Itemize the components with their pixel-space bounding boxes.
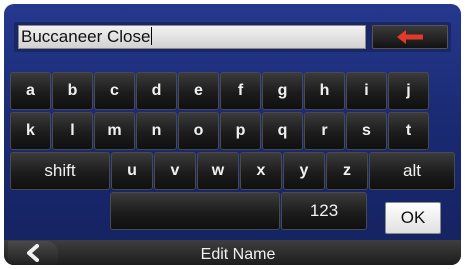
key-m[interactable]: m: [94, 112, 135, 150]
key-label: o: [193, 122, 204, 139]
key-label: x: [256, 162, 266, 179]
key-v[interactable]: v: [154, 152, 196, 190]
backspace-button[interactable]: [372, 25, 448, 49]
shift-key[interactable]: shift: [10, 152, 110, 190]
key-label: r: [321, 122, 328, 139]
key-l[interactable]: l: [52, 112, 93, 150]
text-caret: [151, 27, 153, 45]
key-j[interactable]: j: [388, 72, 429, 110]
key-label: b: [67, 82, 78, 99]
key-label: j: [406, 82, 411, 99]
ok-label: OK: [400, 208, 426, 227]
key-label: alt: [403, 161, 421, 180]
key-label: d: [151, 82, 162, 99]
key-k[interactable]: k: [10, 112, 51, 150]
key-label: l: [70, 122, 75, 139]
key-label: shift: [44, 161, 76, 180]
key-z[interactable]: z: [326, 152, 368, 190]
chevron-left-icon: [27, 244, 39, 262]
keyboard-screen: Buccaneer Close a b c d e f g h i j k l …: [4, 4, 461, 265]
key-label: i: [364, 82, 369, 99]
key-label: z: [343, 162, 351, 179]
key-g[interactable]: g: [262, 72, 303, 110]
name-input-value: Buccaneer Close: [21, 27, 151, 46]
key-label: p: [235, 122, 246, 139]
key-label: k: [26, 122, 35, 139]
key-f[interactable]: f: [220, 72, 261, 110]
key-label: v: [170, 162, 180, 179]
key-label: e: [194, 82, 203, 99]
key-b[interactable]: b: [52, 72, 93, 110]
key-i[interactable]: i: [346, 72, 387, 110]
key-label: m: [107, 122, 122, 139]
key-p[interactable]: p: [220, 112, 261, 150]
key-s[interactable]: s: [346, 112, 387, 150]
left-arrow-icon: [397, 30, 423, 44]
key-label: g: [277, 82, 288, 99]
back-button[interactable]: [8, 241, 58, 265]
key-o[interactable]: o: [178, 112, 219, 150]
key-label: c: [110, 82, 119, 99]
alt-key[interactable]: alt: [369, 152, 455, 190]
key-x[interactable]: x: [240, 152, 282, 190]
key-label: f: [237, 82, 244, 99]
key-w[interactable]: w: [197, 152, 239, 190]
key-label: t: [405, 122, 412, 139]
key-label: n: [151, 122, 162, 139]
key-label: a: [26, 82, 35, 99]
name-input[interactable]: Buccaneer Close: [18, 25, 366, 49]
ok-button[interactable]: OK: [385, 202, 441, 234]
key-d[interactable]: d: [136, 72, 177, 110]
numbers-key[interactable]: 123: [281, 192, 367, 230]
key-label: 123: [309, 201, 339, 220]
input-bar: Buccaneer Close: [14, 22, 451, 52]
key-n[interactable]: n: [136, 112, 177, 150]
key-h[interactable]: h: [304, 72, 345, 110]
key-u[interactable]: u: [111, 152, 153, 190]
key-label: w: [211, 162, 225, 179]
key-label: u: [127, 162, 137, 179]
key-a[interactable]: a: [10, 72, 51, 110]
key-e[interactable]: e: [178, 72, 219, 110]
key-c[interactable]: c: [94, 72, 135, 110]
key-y[interactable]: y: [283, 152, 325, 190]
key-label: h: [319, 82, 330, 99]
key-r[interactable]: r: [304, 112, 345, 150]
key-label: q: [277, 122, 288, 139]
key-label: s: [362, 122, 371, 139]
page-title: Edit Name: [200, 246, 276, 263]
key-t[interactable]: t: [388, 112, 429, 150]
space-key[interactable]: [110, 192, 280, 230]
key-q[interactable]: q: [262, 112, 303, 150]
key-label: y: [299, 162, 309, 179]
